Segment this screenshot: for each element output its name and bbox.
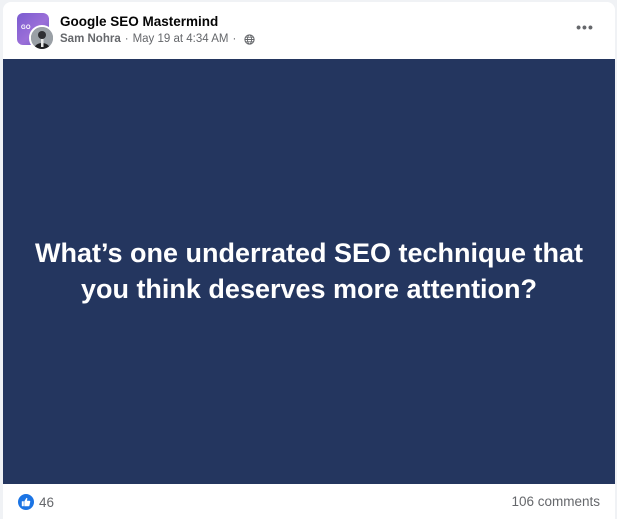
post-header: GO Google SEO Mastermind Sam Nohra · May… — [3, 2, 615, 59]
globe-icon[interactable] — [244, 34, 255, 45]
more-options-button[interactable]: ••• — [568, 13, 602, 47]
group-avatar-logo-text: GO — [21, 25, 31, 31]
reaction-count: 46 — [39, 494, 55, 510]
meta-separator: · — [232, 33, 237, 45]
post-text-background[interactable]: What’s one underrated SEO technique that… — [3, 59, 615, 484]
post-text: What’s one underrated SEO technique that… — [34, 238, 584, 304]
person-icon — [31, 27, 53, 49]
like-icon — [18, 494, 34, 510]
comments-count-link[interactable]: 106 comments — [511, 494, 600, 509]
post-timestamp-link[interactable]: May 19 at 4:34 AM — [133, 33, 229, 45]
reactions-summary[interactable]: 46 — [18, 494, 54, 510]
author-avatar[interactable] — [29, 25, 55, 51]
post-footer: 46 106 comments — [3, 484, 615, 519]
group-name-link[interactable]: Google SEO Mastermind — [60, 14, 218, 29]
meta-separator: · — [124, 33, 129, 45]
author-name-link[interactable]: Sam Nohra — [60, 33, 121, 45]
post-meta: Sam Nohra · May 19 at 4:34 AM · — [60, 33, 255, 45]
group-post: GO Google SEO Mastermind Sam Nohra · May… — [3, 2, 615, 519]
more-options-icon: ••• — [576, 19, 594, 35]
